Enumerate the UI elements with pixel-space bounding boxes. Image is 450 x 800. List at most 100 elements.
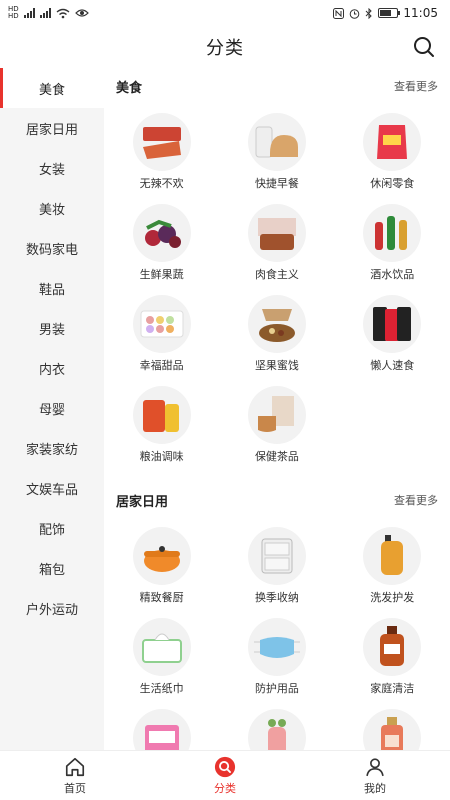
see-more-link[interactable]: 查看更多 — [394, 492, 438, 508]
category-tile-label: 酒水饮品 — [370, 268, 415, 281]
category-tile[interactable] — [219, 700, 334, 750]
sidebar-item[interactable]: 母婴 — [0, 388, 104, 428]
sidebar-item[interactable]: 内衣 — [0, 348, 104, 388]
sidebar-item[interactable]: 家装家纺 — [0, 428, 104, 468]
category-grid: 精致餐厨 换季收纳 洗发护发生活纸巾 防护用品 家庭清洁 — [104, 518, 450, 750]
category-tile[interactable]: 生活纸巾 — [104, 609, 219, 700]
category-tile[interactable]: 保健茶品 — [219, 377, 334, 468]
fruit-icon — [132, 204, 191, 262]
category-tile[interactable] — [104, 700, 219, 750]
category-tile-label: 生活纸巾 — [139, 682, 184, 695]
tab-mine-label: 我的 — [364, 781, 386, 795]
sidebar-item-label: 户外运动 — [25, 602, 78, 618]
drinks-icon — [363, 204, 422, 262]
alarm-icon — [350, 8, 360, 19]
category-tile-label: 快捷早餐 — [254, 177, 299, 190]
macaron-icon — [132, 295, 191, 353]
sidebar-item[interactable]: 数码家电 — [0, 228, 104, 268]
battery-icon — [378, 8, 401, 18]
page-title: 分类 — [206, 38, 244, 59]
category-tile[interactable]: 快捷早餐 — [219, 104, 334, 195]
see-more-link[interactable]: 查看更多 — [394, 78, 438, 94]
category-tile-label: 生鲜果蔬 — [139, 268, 184, 281]
tab-home[interactable]: 首页 — [0, 751, 150, 800]
category-tile-label: 精致餐厨 — [139, 591, 184, 604]
clock-time: 11:05 — [403, 6, 438, 20]
tab-category[interactable]: 分类 — [150, 751, 300, 800]
category-sidebar: 美食居家日用女装美妆数码家电鞋品 男装内衣母婴家装家纺文娱车品配饰箱包户外运动 — [0, 68, 104, 750]
sidebar-item[interactable]: 鞋品 — [0, 268, 104, 308]
signal-2-icon — [39, 8, 51, 18]
category-tile-label: 幸福甜品 — [139, 359, 184, 372]
home-icon — [65, 757, 85, 776]
status-left: HD HD — [8, 6, 89, 20]
tab-category-label: 分类 — [214, 781, 236, 795]
category-tile[interactable]: 防护用品 — [219, 609, 334, 700]
category-tile-label: 坚果蜜饯 — [254, 359, 299, 372]
signal-icon — [23, 8, 35, 18]
sidebar-item[interactable]: 美妆 — [0, 188, 104, 228]
sidebar-item-label: 配饰 — [38, 522, 65, 538]
category-grid: 无辣不欢 快捷早餐 休闲零食生鲜果蔬 肉食主义 酒水饮品幸福甜品 坚果蜜饯 懒人速食粮油调味… — [104, 104, 450, 468]
pot-icon — [132, 527, 191, 585]
sidebar-item[interactable]: 箱包 — [0, 548, 104, 588]
sidebar-item-label: 母婴 — [38, 402, 65, 418]
section-title: 居家日用 — [116, 494, 169, 510]
category-tile[interactable]: 洗发护发 — [335, 518, 450, 609]
sidebar-item[interactable]: 男装 — [0, 308, 104, 348]
header: 分类 — [0, 26, 450, 68]
tab-mine[interactable]: 我的 — [300, 751, 450, 800]
perfume-icon — [363, 709, 422, 750]
category-tile-label: 休闲零食 — [370, 177, 415, 190]
category-tile[interactable] — [335, 700, 450, 750]
cleaner-icon — [363, 618, 422, 676]
spicy-meat-icon — [132, 113, 191, 171]
sim-indicator: HD HD — [8, 5, 19, 20]
category-tile[interactable]: 精致餐厨 — [104, 518, 219, 609]
category-tile[interactable]: 无辣不欢 — [104, 104, 219, 195]
section-header: 居家日用 查看更多 — [104, 482, 450, 518]
sidebar-item-label: 女装 — [38, 162, 65, 178]
category-tile-label: 肉食主义 — [254, 268, 299, 281]
sidebar-item-label: 家装家纺 — [25, 442, 78, 458]
category-tile-label: 防护用品 — [254, 682, 299, 695]
category-tile[interactable]: 家庭清洁 — [335, 609, 450, 700]
sidebar-item[interactable]: 居家日用 — [0, 108, 104, 148]
category-search-icon — [214, 756, 236, 777]
sidebar-item[interactable]: 配饰 — [0, 508, 104, 548]
sidebar-item[interactable]: 女装 — [0, 148, 104, 188]
category-tile[interactable]: 幸福甜品 — [104, 286, 219, 377]
sidebar-item[interactable]: 文娱车品 — [0, 468, 104, 508]
category-tile[interactable]: 休闲零食 — [335, 104, 450, 195]
category-tile-label: 保健茶品 — [254, 450, 299, 463]
search-icon[interactable] — [412, 35, 436, 59]
sidebar-item-label: 数码家电 — [25, 242, 78, 258]
sidebar-item-label: 箱包 — [38, 562, 65, 578]
bread-icon — [247, 113, 306, 171]
sidebar-item[interactable]: 美食 — [0, 68, 104, 108]
category-tile[interactable]: 生鲜果蔬 — [104, 195, 219, 286]
tab-home-label: 首页 — [64, 781, 86, 795]
meat-box-icon — [247, 204, 306, 262]
nuts-icon — [247, 295, 306, 353]
sidebar-item-label: 居家日用 — [25, 122, 78, 138]
category-tile[interactable]: 肉食主义 — [219, 195, 334, 286]
sidebar-item[interactable]: 户外运动 — [0, 588, 104, 628]
category-tile[interactable]: 懒人速食 — [335, 286, 450, 377]
drawer-icon — [247, 527, 306, 585]
category-tile-label: 粮油调味 — [139, 450, 184, 463]
category-tile[interactable]: 换季收纳 — [219, 518, 334, 609]
tissue-icon — [132, 618, 191, 676]
category-content: 美食 查看更多 无辣不欢 快捷早餐 休闲零食 生鲜果蔬 肉食主义 酒水饮品 幸福甜品 坚果蜜饯 懒人… — [104, 68, 450, 750]
rice-oil-icon — [132, 386, 191, 444]
category-tile[interactable]: 酒水饮品 — [335, 195, 450, 286]
category-tile-label: 家庭清洁 — [370, 682, 415, 695]
sidebar-item-label: 内衣 — [38, 362, 65, 378]
category-tile[interactable]: 坚果蜜饯 — [219, 286, 334, 377]
sidebar-item-label: 美妆 — [38, 202, 65, 218]
category-tile[interactable]: 粮油调味 — [104, 377, 219, 468]
snack-bag-icon — [363, 113, 422, 171]
bluetooth-icon — [366, 7, 373, 19]
status-bar: HD HD 11:05 — [0, 0, 450, 26]
category-tile-label: 无辣不欢 — [139, 177, 184, 190]
